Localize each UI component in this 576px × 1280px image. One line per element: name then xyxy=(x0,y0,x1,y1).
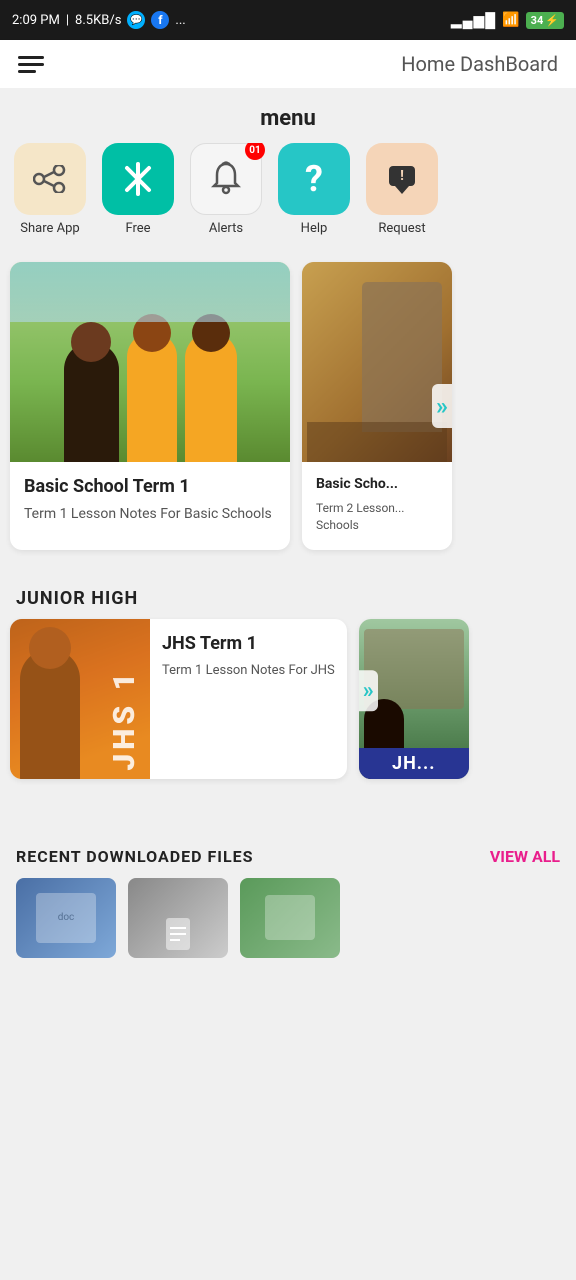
hamburger-line-2 xyxy=(18,63,44,66)
term2-card-desc: Term 2 Lesson... Schools xyxy=(316,500,438,534)
battery-indicator: 34 ⚡ xyxy=(526,12,564,29)
hamburger-menu-button[interactable] xyxy=(18,56,44,73)
free-icon-box xyxy=(102,143,174,215)
recent-files-scroll: doc xyxy=(16,878,560,968)
jhs-chevron-double-right-icon: » xyxy=(363,678,374,703)
view-all-button[interactable]: VIEW ALL xyxy=(490,847,560,866)
recent-downloads-section: RECENT DOWNLOADED FILES VIEW ALL doc xyxy=(0,829,576,968)
separator: | xyxy=(66,13,69,28)
help-label: Help xyxy=(301,221,328,236)
help-icon-box: ? xyxy=(278,143,350,215)
battery-percent: 34 xyxy=(531,14,544,27)
recent-section-title: RECENT DOWNLOADED FILES xyxy=(16,847,254,866)
menu-item-share[interactable]: Share App xyxy=(10,143,90,236)
basic-school-term1-card[interactable]: Basic School Term 1 Term 1 Lesson Notes … xyxy=(10,262,290,550)
junior-high-section-title: JUNIOR HIGH xyxy=(0,570,576,619)
free-label: Free xyxy=(125,221,150,236)
term2-card-image xyxy=(302,262,452,462)
jhs-cards-container: JHS 1 JHS Term 1 Term 1 Lesson Notes For… xyxy=(0,619,576,799)
help-question-icon: ? xyxy=(305,158,323,200)
alerts-badge: 01 xyxy=(245,143,265,160)
jhs-term1-card[interactable]: JHS 1 JHS Term 1 Term 1 Lesson Notes For… xyxy=(10,619,347,779)
free-icon xyxy=(121,162,155,196)
file-icon xyxy=(158,914,198,954)
menu-heading: menu xyxy=(0,88,576,143)
bell-icon xyxy=(208,161,244,197)
facebook-icon: f xyxy=(151,11,169,29)
menu-item-free[interactable]: Free xyxy=(98,143,178,236)
menu-item-help[interactable]: ? Help xyxy=(274,143,354,236)
jhs-vertical-label: JHS 1 xyxy=(107,669,142,771)
term1-card-image xyxy=(10,262,290,462)
battery-charging-icon: ⚡ xyxy=(545,14,559,27)
status-right: ▂▄▆█ 📶 34 ⚡ xyxy=(451,12,564,29)
jhs-partial-badge: JH... xyxy=(359,748,469,779)
chevron-double-right-icon: » xyxy=(436,392,448,420)
recent-header: RECENT DOWNLOADED FILES VIEW ALL xyxy=(16,847,560,866)
svg-text:!: ! xyxy=(400,168,404,184)
jhs-term2-card[interactable]: JH... » xyxy=(359,619,469,779)
request-icon: ! xyxy=(385,162,419,196)
junior-high-section: JUNIOR HIGH JHS 1 xyxy=(0,570,576,799)
alerts-label: Alerts xyxy=(209,221,243,236)
hamburger-line-3 xyxy=(18,70,36,73)
share-icon xyxy=(33,165,67,193)
term2-card-title: Basic Scho... xyxy=(316,476,438,492)
recent-file-1[interactable]: doc xyxy=(16,878,116,958)
jhs-term1-desc: Term 1 Lesson Notes For JHS xyxy=(162,662,335,680)
wifi-icon: 📶 xyxy=(502,12,519,28)
share-icon-box xyxy=(14,143,86,215)
menu-item-request[interactable]: ! Request xyxy=(362,143,442,236)
jhs-term1-title: JHS Term 1 xyxy=(162,633,335,654)
request-icon-box: ! xyxy=(366,143,438,215)
cards-scroll: Basic School Term 1 Term 1 Lesson Notes … xyxy=(10,262,566,550)
term2-card-body: Basic Scho... Term 2 Lesson... Schools xyxy=(302,462,452,550)
jhs-next-chevron[interactable]: » xyxy=(359,670,378,711)
share-label: Share App xyxy=(20,221,79,236)
signal-icon: ▂▄▆█ xyxy=(451,12,496,29)
menu-item-alerts[interactable]: 01 Alerts xyxy=(186,143,266,236)
term1-card-title: Basic School Term 1 xyxy=(24,476,276,497)
page-title: Home DashBoard xyxy=(401,52,558,76)
term1-card-body: Basic School Term 1 Term 1 Lesson Notes … xyxy=(10,462,290,541)
alerts-icon-box: 01 xyxy=(190,143,262,215)
menu-row: Share App Free 01 Alerts xyxy=(0,143,576,252)
time-display: 2:09 PM xyxy=(12,13,60,28)
status-left: 2:09 PM | 8.5KB/s 💬 f ... xyxy=(12,11,186,29)
basic-school-cards-section: Basic School Term 1 Term 1 Lesson Notes … xyxy=(0,252,576,570)
jhs-scroll: JHS 1 JHS Term 1 Term 1 Lesson Notes For… xyxy=(10,619,566,779)
jhs-term1-image: JHS 1 xyxy=(10,619,150,779)
top-nav: Home DashBoard xyxy=(0,40,576,88)
next-chevron[interactable]: » xyxy=(432,384,452,428)
recent-file-3[interactable] xyxy=(240,878,340,958)
spacer xyxy=(0,799,576,829)
status-bar: 2:09 PM | 8.5KB/s 💬 f ... ▂▄▆█ 📶 34 ⚡ xyxy=(0,0,576,40)
basic-school-term2-card[interactable]: Basic Scho... Term 2 Lesson... Schools » xyxy=(302,262,452,550)
more-options-dots[interactable]: ... xyxy=(175,13,185,28)
data-speed: 8.5KB/s xyxy=(75,13,121,28)
messenger-icon: 💬 xyxy=(127,11,145,29)
request-label: Request xyxy=(378,221,425,236)
hamburger-line-1 xyxy=(18,56,44,59)
term1-card-desc: Term 1 Lesson Notes For Basic Schools xyxy=(24,505,276,525)
recent-file-2[interactable] xyxy=(128,878,228,958)
jhs-term1-body: JHS Term 1 Term 1 Lesson Notes For JHS xyxy=(150,619,347,779)
